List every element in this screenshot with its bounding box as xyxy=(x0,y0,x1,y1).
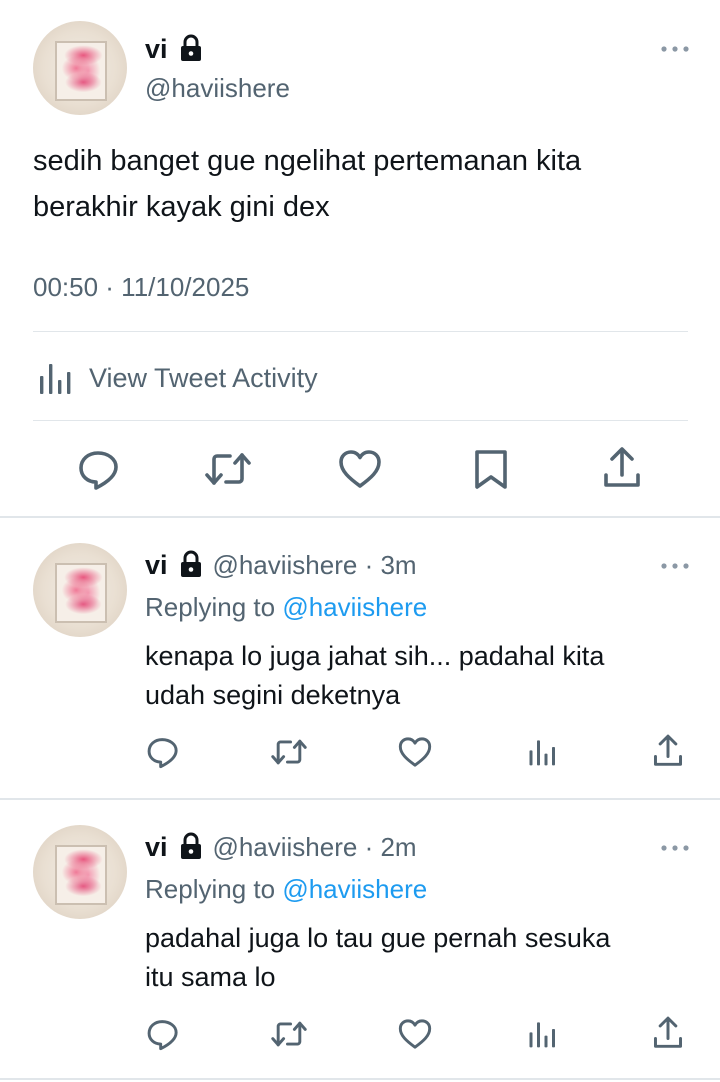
reply-text-line: itu sama lo xyxy=(145,962,276,992)
retweet-icon[interactable] xyxy=(204,447,252,491)
display-name[interactable]: vi xyxy=(145,550,168,580)
retweet-icon[interactable] xyxy=(270,1017,308,1051)
replying-to: Replying to @haviishere xyxy=(145,874,427,905)
avatar-artwork xyxy=(55,845,107,905)
reply-text-line: padahal juga lo tau gue pernah sesuka xyxy=(145,923,611,953)
lock-icon xyxy=(178,34,204,67)
heart-icon[interactable] xyxy=(337,447,383,491)
reply-text: kenapa lo juga jahat sih... padahal kita… xyxy=(145,637,705,715)
timestamp[interactable]: 00:50 · 11/10/2025 xyxy=(33,272,249,303)
section-divider xyxy=(0,1078,720,1080)
bar-chart-icon xyxy=(37,360,73,396)
view-activity-link[interactable]: View Tweet Activity xyxy=(37,358,318,398)
bookmark-icon[interactable] xyxy=(472,447,510,491)
replying-prefix: Replying to xyxy=(145,592,276,622)
handle-time[interactable]: @haviishere · 3m xyxy=(212,550,416,580)
main-handle[interactable]: @haviishere xyxy=(145,73,290,104)
bar-chart-icon[interactable] xyxy=(527,736,557,768)
share-icon[interactable] xyxy=(601,445,643,491)
reply-text-line: udah segini deketnya xyxy=(145,680,401,710)
share-icon[interactable] xyxy=(651,1015,685,1051)
replying-handle-link[interactable]: @haviishere xyxy=(282,592,427,622)
more-icon[interactable] xyxy=(660,843,690,853)
replying-to: Replying to @haviishere xyxy=(145,592,427,623)
avatar-artwork xyxy=(55,563,107,623)
reply-header[interactable]: vi @haviishere · 3m xyxy=(145,550,417,583)
heart-icon[interactable] xyxy=(397,1017,433,1051)
display-name[interactable]: vi xyxy=(145,832,168,862)
more-icon[interactable] xyxy=(660,44,690,54)
reply-icon[interactable] xyxy=(77,447,121,491)
main-tweet-text: sedih banget gue ngelihat pertemanan kit… xyxy=(33,138,693,230)
section-divider xyxy=(0,516,720,518)
avatar-artwork xyxy=(55,41,107,101)
divider xyxy=(33,420,688,421)
main-author[interactable]: vi xyxy=(145,34,204,66)
activity-label: View Tweet Activity xyxy=(89,362,318,393)
reply-avatar[interactable] xyxy=(33,543,127,637)
reply-text: padahal juga lo tau gue pernah sesuka it… xyxy=(145,919,705,997)
divider xyxy=(33,331,688,332)
display-name[interactable]: vi xyxy=(145,34,168,64)
reply-icon[interactable] xyxy=(146,735,180,769)
more-icon[interactable] xyxy=(660,561,690,571)
reply-avatar[interactable] xyxy=(33,825,127,919)
replying-handle-link[interactable]: @haviishere xyxy=(282,874,427,904)
share-icon[interactable] xyxy=(651,733,685,769)
reply-icon[interactable] xyxy=(146,1017,180,1051)
tweet-text-line: berakhir kayak gini dex xyxy=(33,191,330,223)
reply-text-line: kenapa lo juga jahat sih... padahal kita xyxy=(145,641,605,671)
reply-header[interactable]: vi @haviishere · 2m xyxy=(145,832,417,865)
main-avatar[interactable] xyxy=(33,21,127,115)
tweet-text-line: sedih banget gue ngelihat pertemanan kit… xyxy=(33,145,582,177)
handle-time[interactable]: @haviishere · 2m xyxy=(212,832,416,862)
lock-icon xyxy=(178,832,204,865)
bar-chart-icon[interactable] xyxy=(527,1018,557,1050)
heart-icon[interactable] xyxy=(397,735,433,769)
section-divider xyxy=(0,798,720,800)
lock-icon xyxy=(178,550,204,583)
replying-prefix: Replying to xyxy=(145,874,276,904)
retweet-icon[interactable] xyxy=(270,735,308,769)
